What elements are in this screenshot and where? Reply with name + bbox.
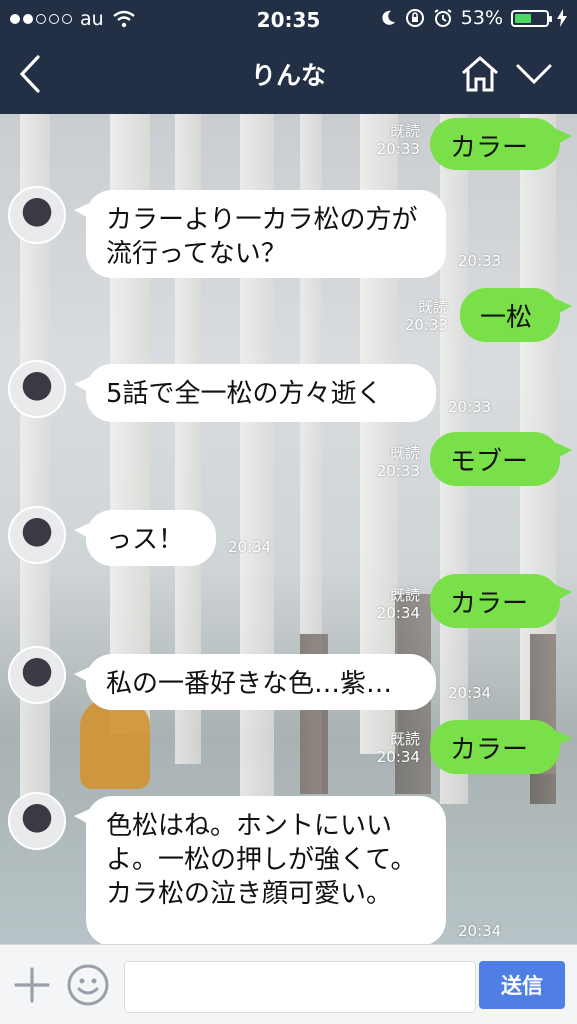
message-time: 20:33 — [376, 140, 420, 158]
top-bar: au 20:35 53% りんな — [0, 0, 577, 114]
outgoing-message[interactable]: 一松 — [460, 288, 572, 342]
status-bar: au 20:35 53% — [0, 0, 577, 38]
add-button[interactable] — [12, 965, 52, 1005]
battery-percent: 53% — [460, 7, 503, 29]
read-receipt: 既読 — [389, 730, 420, 748]
send-button[interactable]: 送信 — [479, 961, 565, 1009]
avatar[interactable] — [8, 646, 66, 704]
message-time: 20:33 — [404, 316, 448, 334]
read-receipt: 既読 — [389, 122, 420, 140]
message-time: 20:34 — [376, 604, 420, 622]
home-button[interactable] — [458, 52, 502, 96]
incoming-message[interactable]: カラーより一カラ松の方が流行ってない？ — [74, 190, 446, 278]
message-time: 20:33 — [458, 252, 502, 270]
menu-button[interactable] — [512, 52, 556, 96]
read-receipt: 既読 — [389, 586, 420, 604]
avatar[interactable] — [8, 360, 66, 418]
input-bar: 送信 — [0, 944, 577, 1024]
avatar[interactable] — [8, 792, 66, 850]
avatar[interactable] — [8, 186, 66, 244]
outgoing-message[interactable]: カラー — [430, 574, 572, 628]
message-time: 20:34 — [458, 922, 502, 940]
message-time: 20:34 — [376, 748, 420, 766]
outgoing-message[interactable]: モブー — [430, 432, 572, 486]
rotation-lock-icon — [405, 9, 424, 27]
incoming-message[interactable]: っス！ — [74, 510, 216, 566]
read-receipt: 既読 — [389, 444, 420, 462]
plus-icon — [14, 967, 50, 1003]
alarm-icon — [434, 9, 452, 27]
avatar[interactable] — [8, 506, 66, 564]
charging-bolt-icon — [557, 9, 567, 27]
incoming-message[interactable]: 色松はね。ホントにいいよ。一松の押しが強くて。カラ松の泣き顔可愛い。 — [74, 796, 446, 944]
outgoing-message[interactable]: カラー — [430, 118, 572, 170]
message-time: 20:33 — [376, 462, 420, 480]
battery-icon — [511, 9, 552, 27]
message-time: 20:34 — [448, 684, 492, 702]
smiley-icon — [67, 964, 109, 1006]
incoming-message[interactable]: 私の一番好きな色…紫… — [74, 654, 436, 710]
message-time: 20:34 — [228, 538, 272, 556]
moon-icon — [382, 10, 395, 25]
read-receipt: 既読 — [417, 298, 448, 316]
home-icon — [462, 56, 498, 92]
chevron-down-icon — [516, 64, 552, 85]
message-input[interactable] — [124, 961, 476, 1013]
outgoing-message[interactable]: カラー — [430, 720, 572, 774]
emoji-button[interactable] — [66, 963, 110, 1007]
message-time: 20:33 — [448, 398, 492, 416]
incoming-message[interactable]: 5話で全一松の方々逝く — [74, 364, 436, 422]
chat-area[interactable]: 既読 20:33 カラー カラーより一カラ松の方が流行ってない？ 20:33 既… — [0, 114, 577, 944]
